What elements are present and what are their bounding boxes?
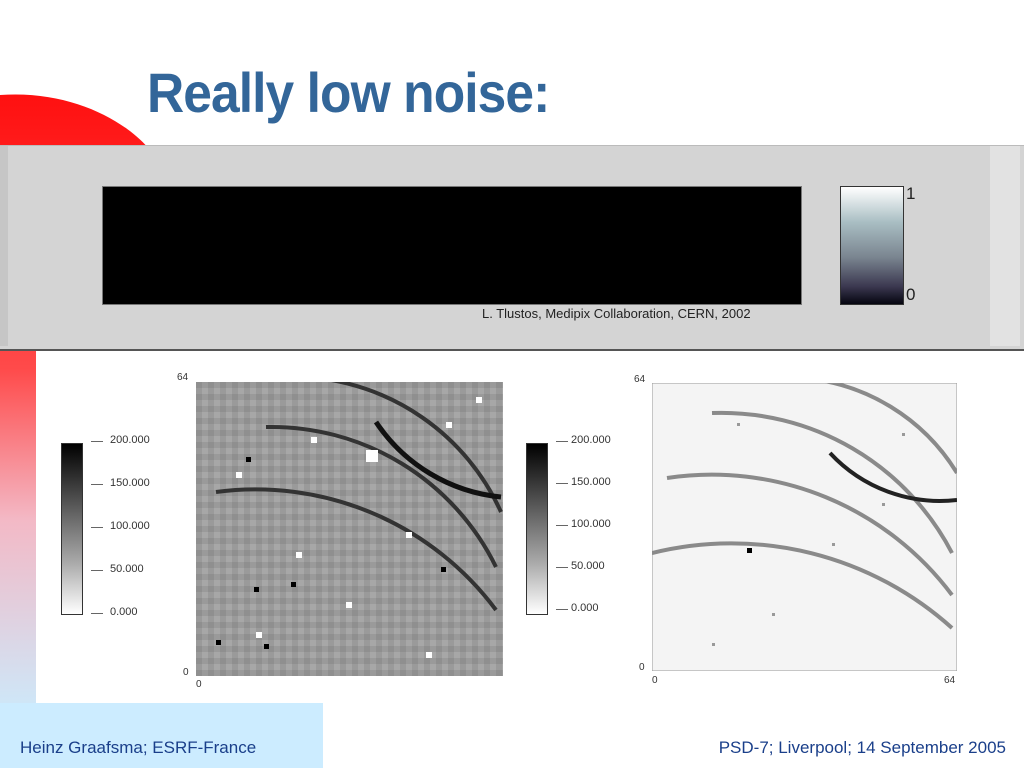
images-panel: 200.000 150.000 100.000 50.000 0.000 64 … bbox=[36, 355, 976, 705]
credit-text: L. Tlustos, Medipix Collaboration, CERN,… bbox=[482, 306, 751, 321]
tick-mark bbox=[91, 527, 103, 528]
right-legend-tick: 50.000 bbox=[571, 560, 605, 572]
tick-mark bbox=[91, 570, 103, 571]
left-pixel-map bbox=[196, 382, 503, 676]
banner-image: 1 0 L. Tlustos, Medipix Collaboration, C… bbox=[0, 145, 1024, 351]
left-legend-tick: 50.000 bbox=[110, 563, 144, 575]
footer-band bbox=[0, 703, 323, 768]
detector-strip-image bbox=[102, 186, 802, 305]
left-legend-tick: 200.000 bbox=[110, 434, 150, 446]
left-legend-tick: 0.000 bbox=[110, 606, 138, 618]
right-legend-tick: 100.000 bbox=[571, 518, 611, 530]
footer-author: Heinz Graafsma; ESRF-France bbox=[20, 738, 257, 757]
left-legend-bar bbox=[61, 443, 83, 615]
slide-title: Really low noise: bbox=[147, 61, 550, 124]
right-legend-tick: 150.000 bbox=[571, 476, 611, 488]
right-axis-xmax: 64 bbox=[944, 675, 956, 686]
colorbar-max-label: 1 bbox=[906, 184, 916, 203]
tick-mark bbox=[556, 441, 568, 442]
tick-mark bbox=[556, 567, 568, 568]
banner-edge-right bbox=[990, 146, 1020, 346]
left-axis-ymin: 0 bbox=[183, 667, 189, 678]
tick-mark bbox=[556, 525, 568, 526]
footer-event: PSD-7; Liverpool; 14 September 2005 bbox=[718, 738, 1006, 757]
left-legend-tick: 150.000 bbox=[110, 477, 150, 489]
banner-colorbar bbox=[840, 186, 904, 305]
left-legend-tick: 100.000 bbox=[110, 520, 150, 532]
right-axis-ymax: 64 bbox=[634, 374, 646, 385]
tick-mark bbox=[91, 613, 103, 614]
tick-mark bbox=[556, 483, 568, 484]
right-legend-bar bbox=[526, 443, 548, 615]
tick-mark bbox=[556, 609, 568, 610]
tick-mark bbox=[91, 441, 103, 442]
banner-edge-left bbox=[0, 146, 8, 346]
right-axis-ymin: 0 bbox=[639, 662, 645, 673]
right-pixel-map bbox=[652, 383, 957, 671]
left-axis-ymax: 64 bbox=[177, 372, 189, 383]
colorbar-min-label: 0 bbox=[906, 285, 916, 304]
left-axis-xmin: 0 bbox=[196, 679, 202, 690]
right-axis-xmin: 0 bbox=[652, 675, 658, 686]
right-legend-tick: 0.000 bbox=[571, 602, 599, 614]
tick-mark bbox=[91, 484, 103, 485]
right-legend-tick: 200.000 bbox=[571, 434, 611, 446]
